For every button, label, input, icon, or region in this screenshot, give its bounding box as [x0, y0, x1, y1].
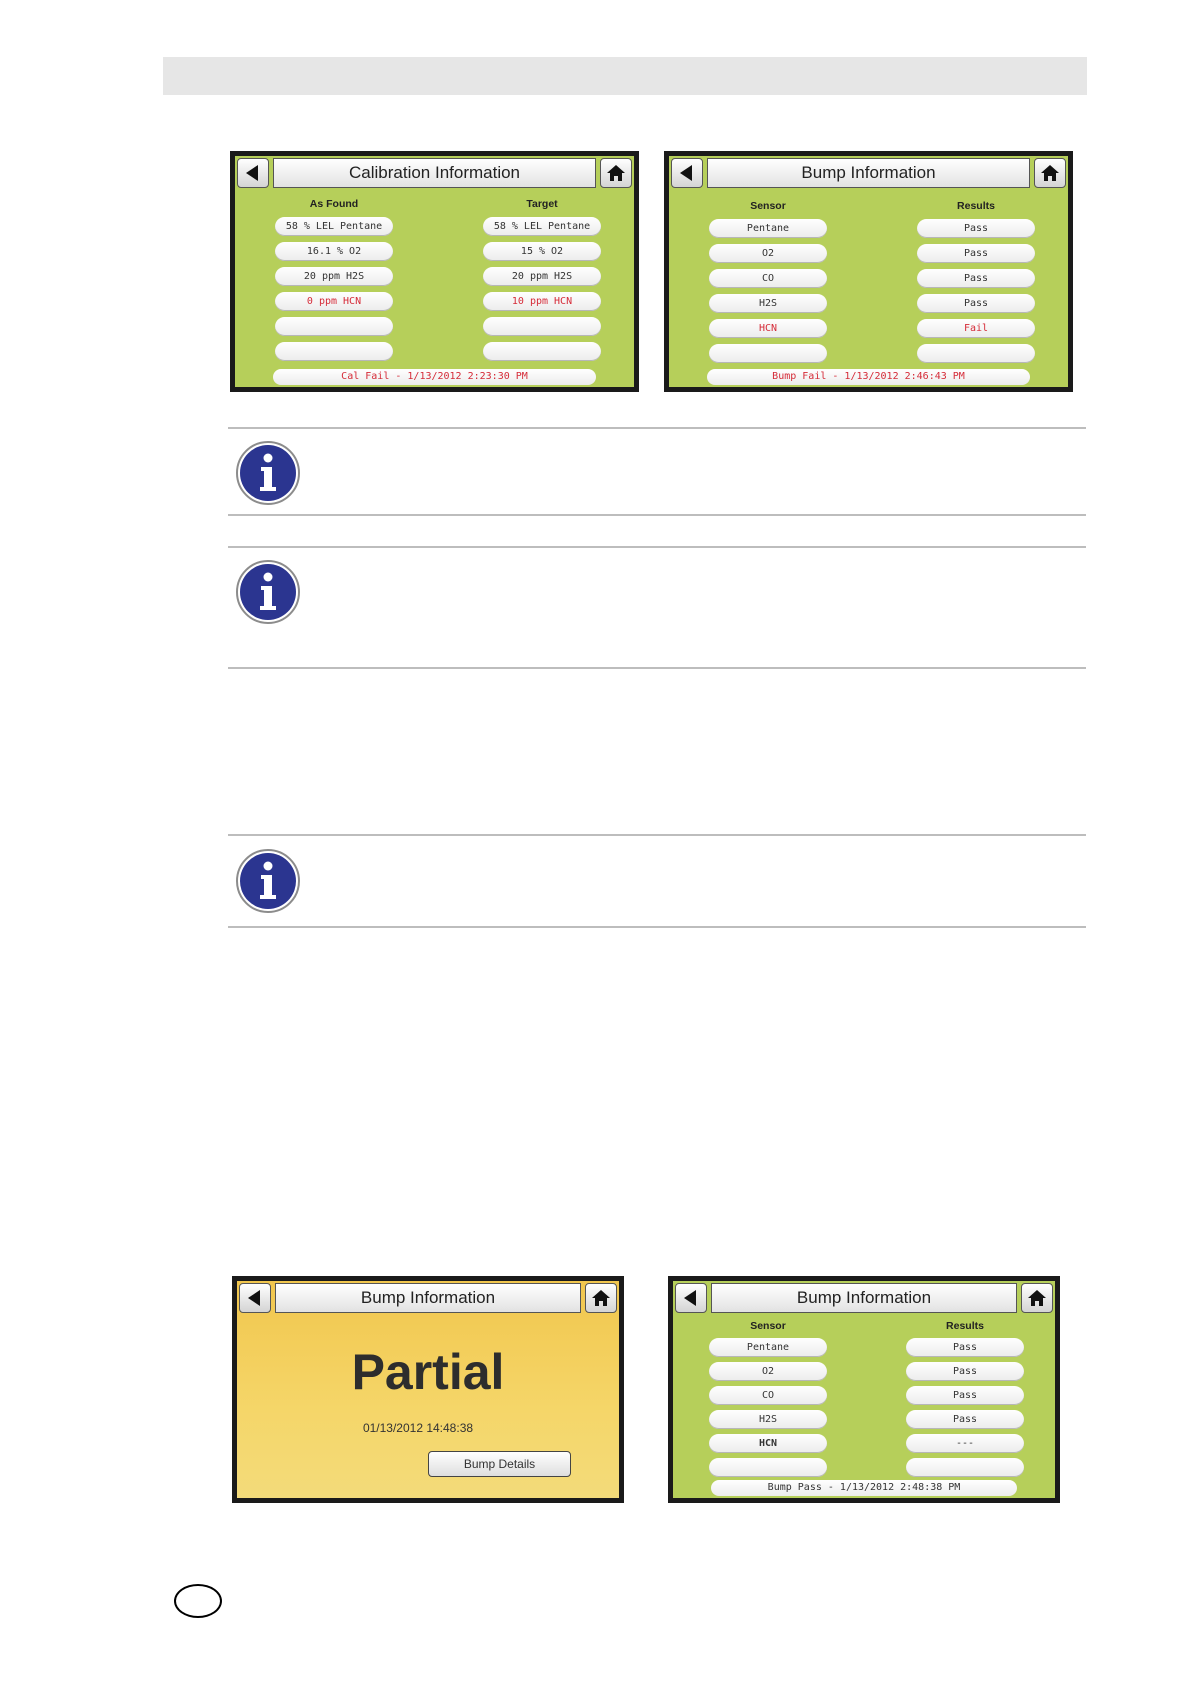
- sensor-result: [906, 1458, 1024, 1477]
- sensor-result: Pass: [906, 1362, 1024, 1381]
- screen-display: Bump Information Sensor Results Pentane …: [673, 1281, 1055, 1498]
- home-button[interactable]: [1021, 1283, 1053, 1313]
- home-button[interactable]: [1034, 158, 1066, 188]
- bump-date: 01/13/2012 14:48:38: [362, 1421, 474, 1435]
- status-bar: Bump Pass - 1/13/2012 2:48:38 PM: [711, 1480, 1017, 1496]
- screen-title: Bump Information: [711, 1283, 1017, 1313]
- bump-info-pass-screen: Bump Information Sensor Results Pentane …: [668, 1276, 1060, 1503]
- sensor-name: Pentane: [709, 1338, 827, 1357]
- bump-info-partial-screen: Bump Information Partial 01/13/2012 14:4…: [232, 1276, 624, 1503]
- title-bar: Bump Information: [669, 156, 1068, 190]
- bump-details-button[interactable]: Bump Details: [428, 1451, 571, 1477]
- back-button[interactable]: [675, 1283, 707, 1313]
- home-button[interactable]: [585, 1283, 617, 1313]
- sensor-name: O2: [709, 1362, 827, 1381]
- home-icon: [1028, 1290, 1046, 1306]
- as-found-value: [275, 342, 393, 361]
- sensor-result: Pass: [917, 219, 1035, 238]
- as-found-value: [275, 317, 393, 336]
- note-divider: [228, 427, 1086, 429]
- sensor-result: Pass: [917, 244, 1035, 263]
- note-divider: [228, 834, 1086, 836]
- column-header-sensor: Sensor: [750, 200, 786, 212]
- target-value: 20 ppm H2S: [483, 267, 601, 286]
- note-divider: [228, 926, 1086, 928]
- sensor-result: [917, 344, 1035, 363]
- target-value: [483, 342, 601, 361]
- sensor-name: CO: [709, 269, 827, 288]
- title-bar: Bump Information: [673, 1281, 1055, 1315]
- back-arrow-icon: [680, 165, 692, 181]
- sensor-result: Pass: [917, 269, 1035, 288]
- info-icon: [236, 560, 300, 624]
- page-header-bar: [163, 57, 1087, 95]
- sensor-result: ---: [906, 1434, 1024, 1453]
- home-button[interactable]: [600, 158, 632, 188]
- back-button[interactable]: [239, 1283, 271, 1313]
- sensor-name: CO: [709, 1386, 827, 1405]
- sensor-name: Pentane: [709, 219, 827, 238]
- status-bar: Bump Fail - 1/13/2012 2:46:43 PM: [707, 369, 1030, 385]
- column-header-sensor: Sensor: [750, 1320, 786, 1332]
- sensor-result: Pass: [917, 294, 1035, 313]
- screen-title: Bump Information: [275, 1283, 581, 1313]
- sensor-result: Fail: [917, 319, 1035, 338]
- title-bar: Calibration Information: [235, 156, 634, 190]
- sensor-result: Pass: [906, 1386, 1024, 1405]
- screen-title: Bump Information: [707, 158, 1030, 188]
- note-divider: [228, 514, 1086, 516]
- info-icon: [236, 849, 300, 913]
- sensor-name: O2: [709, 244, 827, 263]
- back-button[interactable]: [671, 158, 703, 188]
- back-button[interactable]: [237, 158, 269, 188]
- target-value: [483, 317, 601, 336]
- column-header-as-found: As Found: [309, 198, 359, 210]
- target-value: 58 % LEL Pentane: [483, 217, 601, 236]
- target-value: 10 ppm HCN: [483, 292, 601, 311]
- screen-title: Calibration Information: [273, 158, 596, 188]
- title-bar: Bump Information: [237, 1281, 619, 1315]
- home-icon: [1041, 165, 1059, 181]
- column-header-results: Results: [946, 1320, 984, 1332]
- sensor-name: HCN: [709, 319, 827, 338]
- sensor-name: [709, 344, 827, 363]
- back-arrow-icon: [684, 1290, 696, 1306]
- bump-result: Partial: [351, 1344, 505, 1400]
- column-header-results: Results: [957, 200, 995, 212]
- as-found-value: 20 ppm H2S: [275, 267, 393, 286]
- note-divider: [228, 667, 1086, 669]
- screen-display: Bump Information Sensor Results Pentane …: [669, 156, 1068, 387]
- as-found-value: 0 ppm HCN: [275, 292, 393, 311]
- as-found-value: 16.1 % O2: [275, 242, 393, 261]
- language-marker: [174, 1584, 222, 1618]
- info-icon: [236, 441, 300, 505]
- target-value: 15 % O2: [483, 242, 601, 261]
- bump-info-fail-screen: Bump Information Sensor Results Pentane …: [664, 151, 1073, 392]
- sensor-name: HCN: [709, 1434, 827, 1453]
- sensor-name: H2S: [709, 1410, 827, 1429]
- home-icon: [607, 165, 625, 181]
- as-found-value: 58 % LEL Pentane: [275, 217, 393, 236]
- back-arrow-icon: [246, 165, 258, 181]
- home-icon: [592, 1290, 610, 1306]
- sensor-result: Pass: [906, 1410, 1024, 1429]
- sensor-name: H2S: [709, 294, 827, 313]
- note-divider: [228, 546, 1086, 548]
- back-arrow-icon: [248, 1290, 260, 1306]
- screen-display: Calibration Information As Found Target …: [235, 156, 634, 387]
- status-bar: Cal Fail - 1/13/2012 2:23:30 PM: [273, 369, 596, 385]
- calibration-info-screen: Calibration Information As Found Target …: [230, 151, 639, 392]
- sensor-result: Pass: [906, 1338, 1024, 1357]
- sensor-name: [709, 1458, 827, 1477]
- column-header-target: Target: [526, 198, 558, 210]
- screen-display: Bump Information Partial 01/13/2012 14:4…: [237, 1281, 619, 1498]
